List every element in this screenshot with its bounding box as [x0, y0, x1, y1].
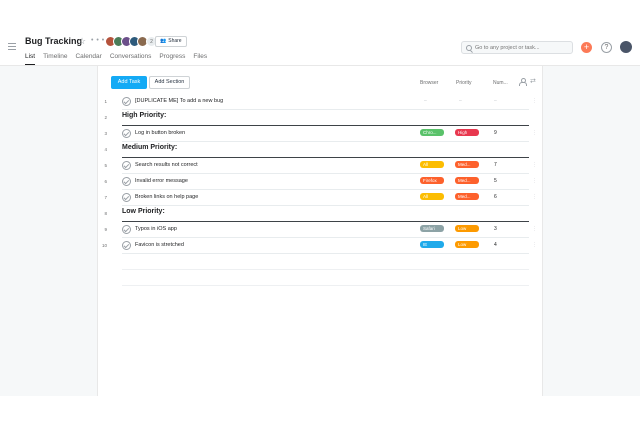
number-value[interactable]: 6	[494, 194, 497, 200]
help-icon[interactable]: ?	[601, 42, 612, 53]
project-title[interactable]: Bug Tracking	[25, 36, 82, 46]
browser-tag[interactable]: IE	[420, 241, 444, 248]
tab-timeline[interactable]: Timeline	[43, 52, 67, 65]
number-value[interactable]: 3	[494, 226, 497, 232]
task-name[interactable]: Search results not correct	[135, 162, 198, 168]
project-tabs: List Timeline Calendar Conversations Pro…	[25, 52, 215, 65]
tab-progress[interactable]: Progress	[159, 52, 185, 65]
task-row[interactable]: 1 [DUPLICATE ME] To add a new bug – – – ⋮	[97, 94, 543, 110]
tab-files[interactable]: Files	[193, 52, 207, 65]
task-row[interactable]: 5 Search results not correct All Med... 7 ⋮	[97, 158, 543, 174]
priority-empty[interactable]: –	[459, 98, 462, 104]
priority-tag[interactable]: Med...	[455, 177, 479, 184]
column-header-priority[interactable]: Priority	[456, 80, 472, 86]
browser-tag[interactable]: All	[420, 161, 444, 168]
user-avatar[interactable]	[620, 41, 632, 53]
column-header-browser[interactable]: Browser	[420, 80, 438, 86]
row-number: 7	[104, 195, 107, 200]
column-header-number[interactable]: Num...	[493, 80, 508, 86]
row-number: 9	[104, 227, 107, 232]
tab-conversations[interactable]: Conversations	[110, 52, 152, 65]
row-number: 8	[104, 211, 107, 216]
search-bar[interactable]	[461, 41, 573, 54]
share-label: Share	[168, 38, 182, 44]
share-button[interactable]: 👥 Share	[155, 36, 187, 47]
task-row[interactable]: 7 Broken links on help page All Med... 6 ⋮	[97, 190, 543, 206]
row-details-icon[interactable]: ⋮	[532, 178, 537, 184]
project-header: Bug Tracking ☆ • • • 2 👥 Share List Time…	[0, 0, 640, 66]
task-row[interactable]: 9 Typos in iOS app Safari Low 3 ⋮	[97, 222, 543, 238]
row-details-icon[interactable]: ⋮	[532, 130, 537, 136]
row-number: 6	[104, 179, 107, 184]
app-window: Bug Tracking ☆ • • • 2 👥 Share List Time…	[0, 0, 640, 426]
section-title[interactable]: High Priority:	[122, 112, 166, 119]
more-options-icon[interactable]: • • •	[91, 37, 105, 44]
task-name[interactable]: Broken links on help page	[135, 194, 198, 200]
priority-tag[interactable]: Low	[455, 225, 479, 232]
browser-tag[interactable]: Chro...	[420, 129, 444, 136]
divider	[122, 285, 529, 286]
hamburger-menu-icon[interactable]	[8, 43, 16, 50]
priority-tag[interactable]: High	[455, 129, 479, 136]
add-task-button[interactable]: Add Task	[111, 76, 147, 89]
task-name[interactable]: Log in button broken	[135, 130, 185, 136]
section-header[interactable]: 2 High Priority:	[97, 110, 543, 126]
row-number: 10	[101, 243, 107, 248]
quick-add-button[interactable]: +	[581, 42, 592, 53]
section-header[interactable]: 4 Medium Priority:	[97, 142, 543, 158]
sort-icon[interactable]: ⇄	[530, 78, 536, 85]
browser-tag[interactable]: All	[420, 193, 444, 200]
priority-tag[interactable]: Med...	[455, 193, 479, 200]
task-name[interactable]: Favicon is stretched	[135, 242, 184, 248]
row-details-icon[interactable]: ⋮	[532, 242, 537, 248]
row-details-icon[interactable]: ⋮	[532, 98, 537, 104]
task-name[interactable]: Typos in iOS app	[135, 226, 177, 232]
people-icon: 👥	[160, 38, 167, 44]
assignee-icon[interactable]	[519, 78, 527, 86]
section-title[interactable]: Medium Priority:	[122, 144, 177, 151]
number-value[interactable]: 5	[494, 178, 497, 184]
number-empty[interactable]: –	[494, 98, 497, 104]
complete-checkbox-icon[interactable]	[122, 161, 131, 170]
member-avatars[interactable]: 2	[105, 36, 157, 47]
task-name[interactable]: Invalid error message	[135, 178, 188, 184]
row-details-icon[interactable]: ⋮	[532, 194, 537, 200]
row-details-icon[interactable]: ⋮	[532, 226, 537, 232]
browser-tag[interactable]: Safari	[420, 225, 444, 232]
row-number: 5	[104, 163, 107, 168]
section-title[interactable]: Low Priority:	[122, 208, 165, 215]
tab-calendar[interactable]: Calendar	[75, 52, 101, 65]
complete-checkbox-icon[interactable]	[122, 241, 131, 250]
row-divider	[122, 253, 529, 254]
priority-tag[interactable]: Low	[455, 241, 479, 248]
task-row[interactable]: 3 Log in button broken Chro... High 9 ⋮	[97, 126, 543, 142]
row-number: 1	[104, 99, 107, 104]
task-name[interactable]: [DUPLICATE ME] To add a new bug	[135, 98, 223, 104]
add-section-button[interactable]: Add Section	[149, 76, 190, 89]
complete-checkbox-icon[interactable]	[122, 129, 131, 138]
number-value[interactable]: 9	[494, 130, 497, 136]
complete-checkbox-icon[interactable]	[122, 225, 131, 234]
row-number: 3	[104, 131, 107, 136]
number-value[interactable]: 7	[494, 162, 497, 168]
row-details-icon[interactable]: ⋮	[532, 162, 537, 168]
complete-checkbox-icon[interactable]	[122, 177, 131, 186]
browser-empty[interactable]: –	[424, 98, 427, 104]
complete-checkbox-icon[interactable]	[122, 193, 131, 202]
number-value[interactable]: 4	[494, 242, 497, 248]
browser-tag[interactable]: Firefox	[420, 177, 444, 184]
complete-checkbox-icon[interactable]	[122, 97, 131, 106]
divider	[122, 269, 529, 270]
task-row[interactable]: 6 Invalid error message Firefox Med... 5 ⋮	[97, 174, 543, 190]
search-input[interactable]	[475, 44, 570, 51]
row-number: 2	[104, 115, 107, 120]
search-icon	[466, 44, 472, 51]
section-header[interactable]: 8 Low Priority:	[97, 206, 543, 222]
priority-tag[interactable]: Med...	[455, 161, 479, 168]
tab-list[interactable]: List	[25, 52, 36, 65]
row-number: 4	[104, 147, 107, 152]
task-row[interactable]: 10 Favicon is stretched IE Low 4 ⋮	[97, 238, 543, 254]
star-icon[interactable]: ☆	[78, 36, 86, 47]
